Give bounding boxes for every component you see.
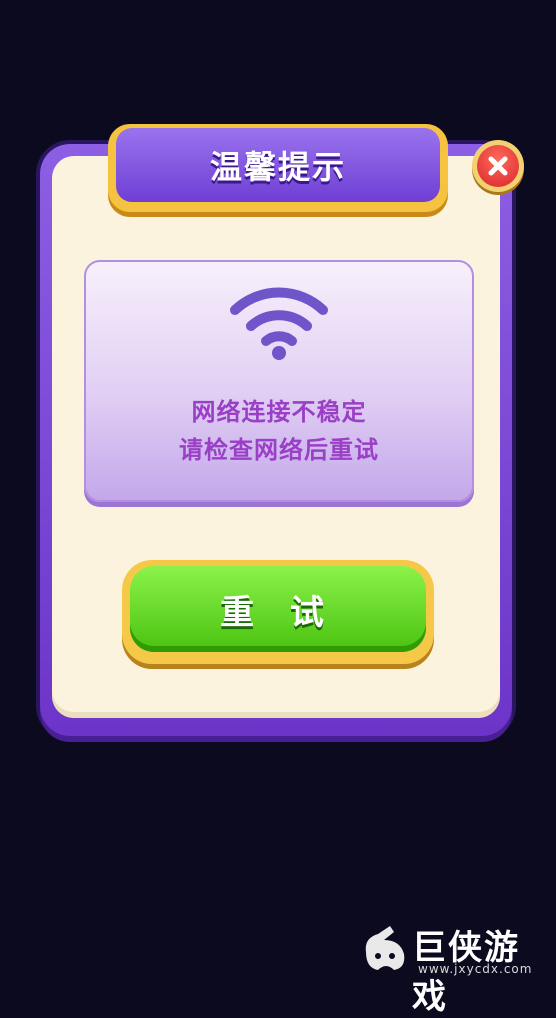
retry-button-label: 重 试 bbox=[130, 566, 426, 652]
site-watermark: 巨侠游戏 www.jxycdx.com bbox=[360, 918, 550, 1017]
close-button[interactable] bbox=[472, 140, 524, 192]
retry-button[interactable]: 重 试 bbox=[122, 560, 434, 664]
wifi-icon bbox=[230, 287, 328, 360]
close-x-icon bbox=[477, 145, 519, 187]
message-line-1: 网络连接不稳定 bbox=[191, 398, 367, 426]
watermark-url: www.jxycdx.com bbox=[418, 962, 533, 976]
dialog-title-plate: 温馨提示 bbox=[108, 124, 448, 212]
gamepad-logo-icon bbox=[365, 926, 405, 970]
message-line-2: 请检查网络后重试 bbox=[179, 436, 379, 464]
network-message-card: 网络连接不稳定 请检查网络后重试 bbox=[84, 260, 474, 502]
dialog-title: 温馨提示 bbox=[116, 128, 440, 202]
